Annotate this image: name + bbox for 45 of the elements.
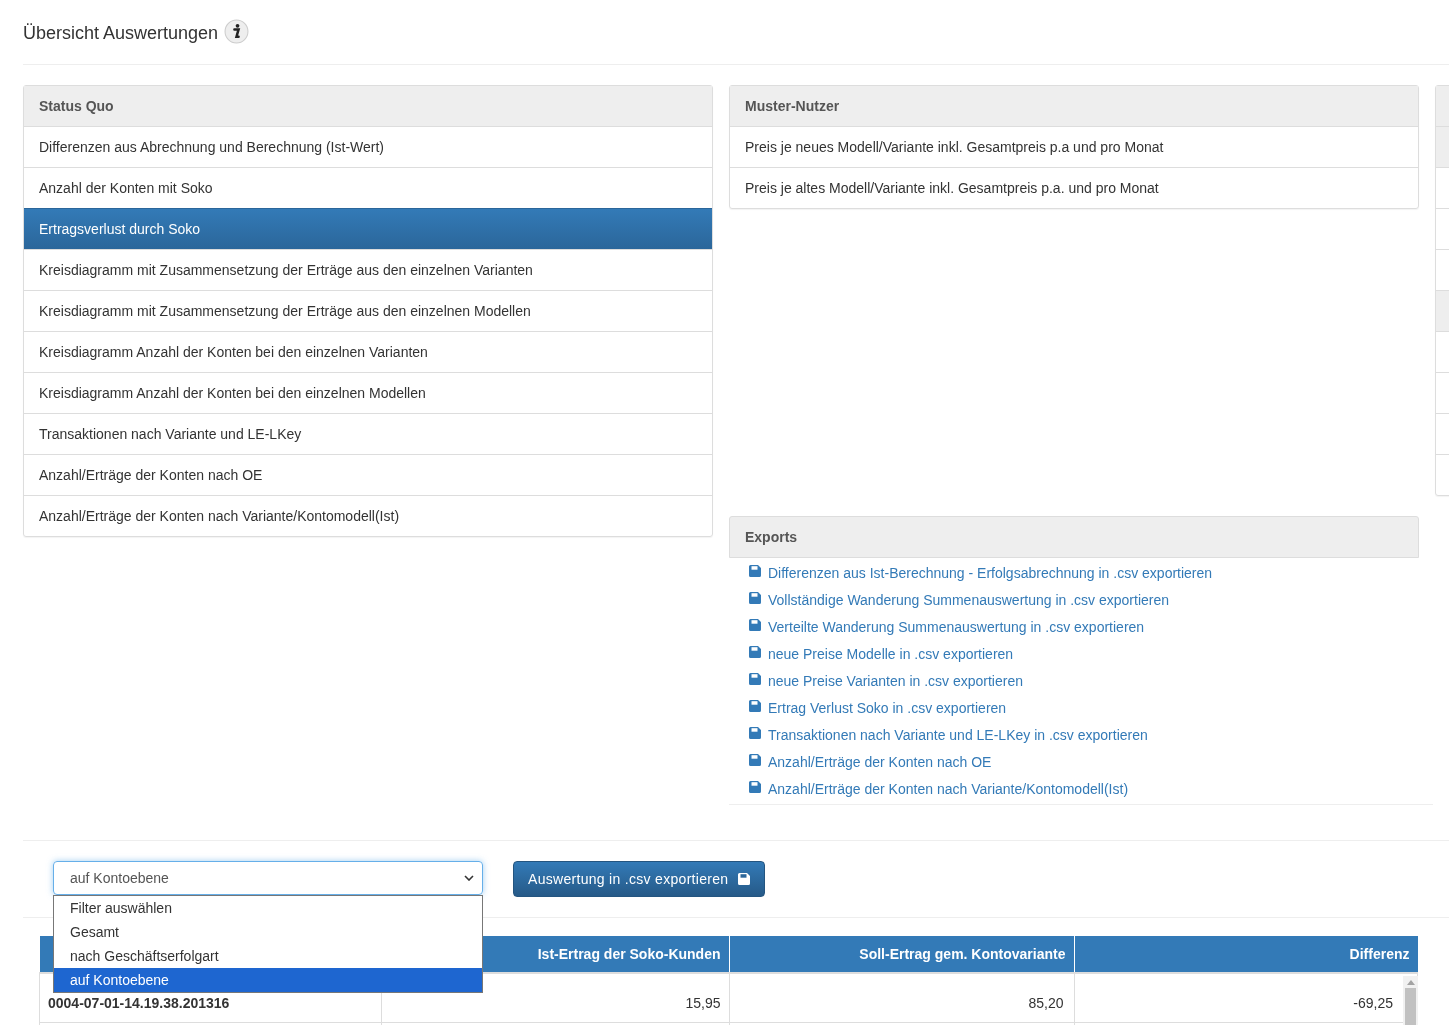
export-link[interactable]: Anzahl/Erträge der Konten nach OE: [768, 753, 992, 770]
list-item[interactable]: Transaktionen nach Variante und LE-LKey: [24, 413, 712, 454]
list-item[interactable]: Preis je altes Modell/Variante inkl. Gesamtpreis p.a. und pro Monat: [730, 167, 1418, 208]
list-item[interactable]: Kreisdiagramm mit Zusammensetzung der Erträge aus den einzelnen Modellen: [24, 290, 712, 331]
save-icon: [749, 645, 761, 658]
scrollbar[interactable]: [1403, 976, 1418, 1025]
page-title: Übersicht Auswertungen: [23, 22, 219, 44]
export-link[interactable]: Differenzen aus Ist-Berechnung - Erfolgsabrechnung in .csv exportieren: [768, 564, 1213, 581]
list-item[interactable]: Anzahl/Erträge der Konten nach OE: [24, 454, 712, 495]
panel-heading: Exports: [729, 516, 1419, 558]
dropdown-option[interactable]: auf Kontoebene: [54, 968, 482, 992]
save-icon: [749, 780, 761, 793]
list-item[interactable]: Preis je neues Modell/Variante inkl. Gesamtpreis p.a und pro Monat: [730, 127, 1418, 167]
chevron-down-icon: [464, 875, 474, 881]
export-link[interactable]: Vollständige Wanderung Summenauswertung in .csv exportieren: [768, 591, 1170, 608]
save-icon: [749, 672, 761, 685]
table-cell: 15,95: [381, 973, 729, 1023]
save-icon: [749, 591, 761, 604]
save-icon: [749, 726, 761, 739]
panel-heading: Muster-Nutzer: [730, 86, 1418, 127]
list-item[interactable]: Kreisdiagramm Anzahl der Konten bei den einzelnen Modellen: [24, 372, 712, 413]
dropdown-option[interactable]: Filter auswählen: [54, 896, 482, 920]
table-cell: 85,20: [729, 973, 1074, 1023]
save-icon: [749, 618, 761, 631]
save-icon: [749, 753, 761, 766]
list-item[interactable]: Kreisdiagramm mit Zusammensetzung der Erträge aus den einzelnen Varianten: [24, 249, 712, 290]
save-icon: [738, 873, 751, 885]
export-link[interactable]: neue Preise Varianten in .csv exportieren: [768, 672, 1023, 689]
export-link[interactable]: Anzahl/Erträge der Konten nach Variante/Kontomodell(Ist): [768, 780, 1129, 797]
export-link[interactable]: Ertrag Verlust Soko in .csv exportieren: [768, 699, 1007, 716]
info-icon[interactable]: [224, 19, 250, 44]
panel-heading: Status Quo: [24, 86, 712, 127]
export-link[interactable]: Transaktionen nach Variante und LE-LKey in .csv exportieren: [768, 726, 1148, 743]
export-link[interactable]: neue Preise Modelle in .csv exportieren: [768, 645, 1014, 662]
save-icon: [749, 699, 761, 712]
export-button[interactable]: Auswertung in .csv exportieren: [513, 861, 766, 897]
list-item[interactable]: Ertragsverlust durch Soko: [24, 208, 712, 249]
export-link[interactable]: Verteilte Wanderung Summenauswertung in .csv exportieren: [768, 618, 1145, 635]
list-item[interactable]: Kreisdiagramm Anzahl der Konten bei den einzelnen Varianten: [24, 331, 712, 372]
list-item[interactable]: Differenzen aus Abrechnung und Berechnung (Ist-Wert): [24, 127, 712, 167]
save-icon: [749, 564, 761, 577]
filter-select[interactable]: auf Kontoebene: [53, 861, 483, 895]
column-header: Soll-Ertrag gem. Kontovariante: [729, 936, 1074, 973]
list-item[interactable]: Anzahl/Erträge der Konten nach Variante/Kontomodell(Ist): [24, 495, 712, 536]
column-header: Differenz: [1074, 936, 1418, 973]
